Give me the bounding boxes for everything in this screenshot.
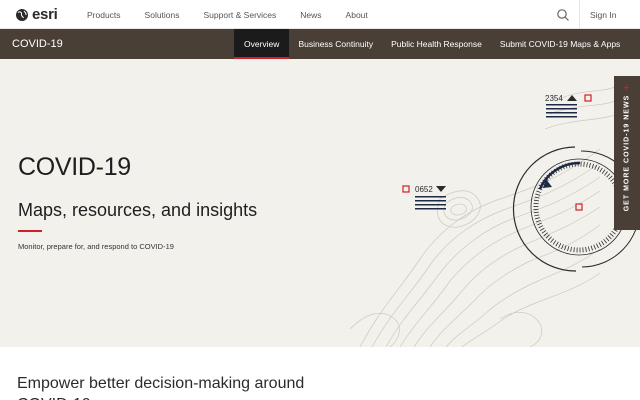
top-navigation: esri Products Solutions Support & Servic… <box>0 0 640 29</box>
logo-text: esri <box>32 6 58 23</box>
svg-text:2354: 2354 <box>545 94 563 103</box>
tab-public-health-response[interactable]: Public Health Response <box>382 29 491 59</box>
marker-0652: 0652 <box>402 185 446 210</box>
nav-link-products[interactable]: Products <box>87 10 121 20</box>
esri-logo[interactable]: esri <box>15 6 58 23</box>
subnav-title[interactable]: COVID-19 <box>12 38 63 50</box>
tab-business-continuity[interactable]: Business Continuity <box>289 29 382 59</box>
search-icon[interactable] <box>556 8 570 22</box>
nav-link-news[interactable]: News <box>300 10 321 20</box>
hero-title: COVID-19 <box>18 153 131 181</box>
tab-overview[interactable]: Overview <box>234 29 290 59</box>
get-news-tab[interactable]: + GET MORE COVID-19 NEWS <box>614 76 640 230</box>
tab-submit-maps-apps[interactable]: Submit COVID-19 Maps & Apps <box>491 29 629 59</box>
covid-subnav: COVID-19 Overview Business Continuity Pu… <box>0 29 640 59</box>
decision-making-section: Empower better decision-making around CO… <box>0 347 640 400</box>
plus-icon: + <box>623 82 630 94</box>
primary-nav: Products Solutions Support & Services Ne… <box>87 0 392 29</box>
hero-description: Monitor, prepare for, and respond to COV… <box>18 242 174 251</box>
hero-subtitle: Maps, resources, and insights <box>18 200 258 220</box>
accent-rule <box>18 230 42 232</box>
subnav-tabs: Overview Business Continuity Public Heal… <box>234 29 629 59</box>
sign-in-link[interactable]: Sign In <box>590 10 616 20</box>
nav-link-solutions[interactable]: Solutions <box>145 10 180 20</box>
svg-text:0652: 0652 <box>415 185 433 194</box>
nav-link-support[interactable]: Support & Services <box>204 10 277 20</box>
nav-link-about[interactable]: About <box>346 10 368 20</box>
globe-icon <box>16 8 28 21</box>
section-heading: Empower better decision-making around CO… <box>17 375 305 400</box>
side-tab-label: GET MORE COVID-19 NEWS <box>623 94 631 212</box>
hero-section: 2354 0652 COVID-19 Maps, resources, and … <box>0 59 640 347</box>
marker-2354: 2354 <box>545 94 592 118</box>
nav-divider <box>579 0 580 29</box>
topographic-lines <box>349 86 616 347</box>
